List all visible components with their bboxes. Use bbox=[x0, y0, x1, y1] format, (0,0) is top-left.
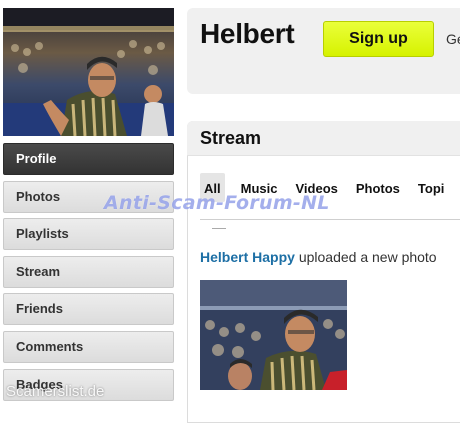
post-user-link[interactable]: Helbert Happy bbox=[200, 249, 295, 265]
post-photo[interactable] bbox=[200, 280, 347, 390]
post-photo-image bbox=[200, 280, 347, 390]
profile-avatar[interactable] bbox=[3, 8, 174, 136]
watermark-text-center: Anti-Scam-Forum-NL bbox=[104, 192, 330, 214]
header-extra-text: Ge bbox=[446, 31, 460, 47]
stream-post-text: Helbert Happy uploaded a new photo bbox=[200, 249, 437, 265]
sidebar-item-comments[interactable]: Comments bbox=[3, 330, 174, 363]
sidebar-item-profile[interactable]: Profile bbox=[3, 143, 174, 175]
sidebar-nav: Profile Photos Playlists Stream Friends … bbox=[3, 143, 174, 406]
sidebar-item-friends[interactable]: Friends bbox=[3, 293, 174, 326]
avatar-photo bbox=[3, 8, 174, 136]
tab-topics[interactable]: Topi bbox=[415, 173, 447, 202]
post-action-text: uploaded a new photo bbox=[298, 249, 437, 265]
tab-photos[interactable]: Photos bbox=[353, 173, 403, 202]
stream-title: Stream bbox=[200, 128, 262, 148]
sidebar-item-playlists[interactable]: Playlists bbox=[3, 218, 174, 251]
active-tab-indicator bbox=[212, 228, 226, 229]
profile-username: Helbert bbox=[200, 18, 295, 49]
tabs-divider bbox=[200, 219, 460, 220]
watermark-text-bottom: Scamerslist.de bbox=[6, 383, 105, 400]
signup-button[interactable]: Sign up bbox=[323, 21, 434, 57]
sidebar-item-stream[interactable]: Stream bbox=[3, 255, 174, 288]
